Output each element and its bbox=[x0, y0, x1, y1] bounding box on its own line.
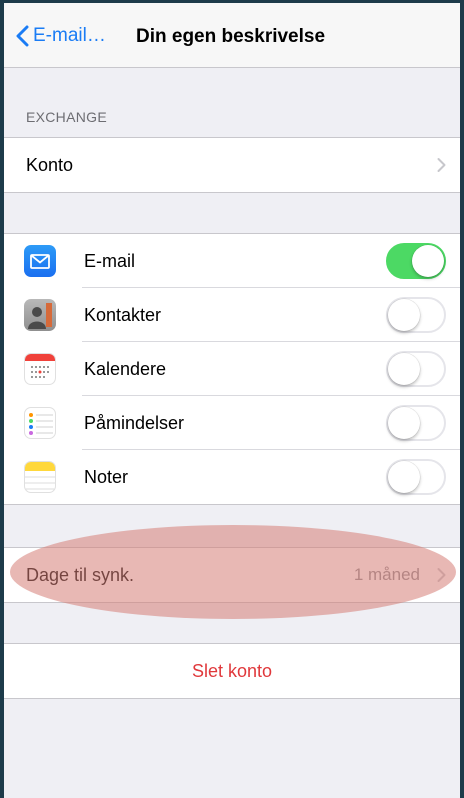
toggle-knob bbox=[388, 407, 420, 439]
service-row-mail: E-mail bbox=[4, 234, 460, 288]
service-label: E-mail bbox=[84, 250, 136, 271]
back-button[interactable]: E-mail… bbox=[16, 25, 106, 47]
service-label: Påmindelser bbox=[84, 412, 185, 433]
toggle-knob bbox=[388, 299, 420, 331]
service-label: Kontakter bbox=[84, 304, 162, 325]
service-row-notes: Noter bbox=[4, 450, 460, 504]
services-group: E-mail Kontakter Kalendere Påmindelser N… bbox=[4, 233, 460, 505]
sync-group: Dage til synk. 1 måned bbox=[4, 547, 460, 603]
sync-row[interactable]: Dage til synk. 1 måned bbox=[4, 548, 460, 602]
back-label: E-mail… bbox=[33, 25, 106, 46]
reminders-toggle[interactable] bbox=[386, 405, 446, 441]
service-label: Kalendere bbox=[84, 358, 167, 379]
service-row-reminders: Påmindelser bbox=[4, 396, 460, 450]
sync-label: Dage til synk. bbox=[26, 564, 135, 585]
contacts-toggle[interactable] bbox=[386, 297, 446, 333]
section-header-exchange: EXCHANGE bbox=[26, 109, 107, 125]
delete-account-label: Slet konto bbox=[191, 660, 273, 681]
sync-value: 1 måned bbox=[353, 565, 420, 584]
reminders-icon bbox=[24, 407, 56, 439]
account-group: Konto bbox=[4, 137, 460, 193]
delete-account-button[interactable]: Slet konto bbox=[4, 644, 460, 698]
account-label: Konto bbox=[26, 154, 74, 175]
calendar-toggle[interactable] bbox=[386, 351, 446, 387]
navigation-bar: E-mail… Din egen beskrivelse bbox=[4, 3, 460, 68]
delete-group: Slet konto bbox=[4, 643, 460, 699]
service-row-calendar: Kalendere bbox=[4, 342, 460, 396]
page-title: Din egen beskrivelse bbox=[136, 26, 326, 47]
mail-toggle[interactable] bbox=[386, 243, 446, 279]
chevron-right-icon bbox=[437, 158, 446, 172]
settings-screen: E-mail… Din egen beskrivelse EXCHANGE Ko… bbox=[0, 0, 464, 798]
contacts-icon bbox=[24, 299, 56, 331]
toggle-knob bbox=[388, 353, 420, 385]
service-label: Noter bbox=[84, 466, 129, 487]
service-row-contacts: Kontakter bbox=[4, 288, 460, 342]
mail-icon bbox=[24, 245, 56, 277]
notes-toggle[interactable] bbox=[386, 459, 446, 495]
toggle-knob bbox=[388, 461, 420, 493]
calendar-icon bbox=[24, 353, 56, 385]
notes-icon bbox=[24, 461, 56, 493]
account-row[interactable]: Konto bbox=[4, 138, 460, 192]
chevron-right-icon bbox=[437, 568, 446, 582]
toggle-knob bbox=[412, 245, 444, 277]
chevron-left-icon bbox=[16, 25, 29, 47]
